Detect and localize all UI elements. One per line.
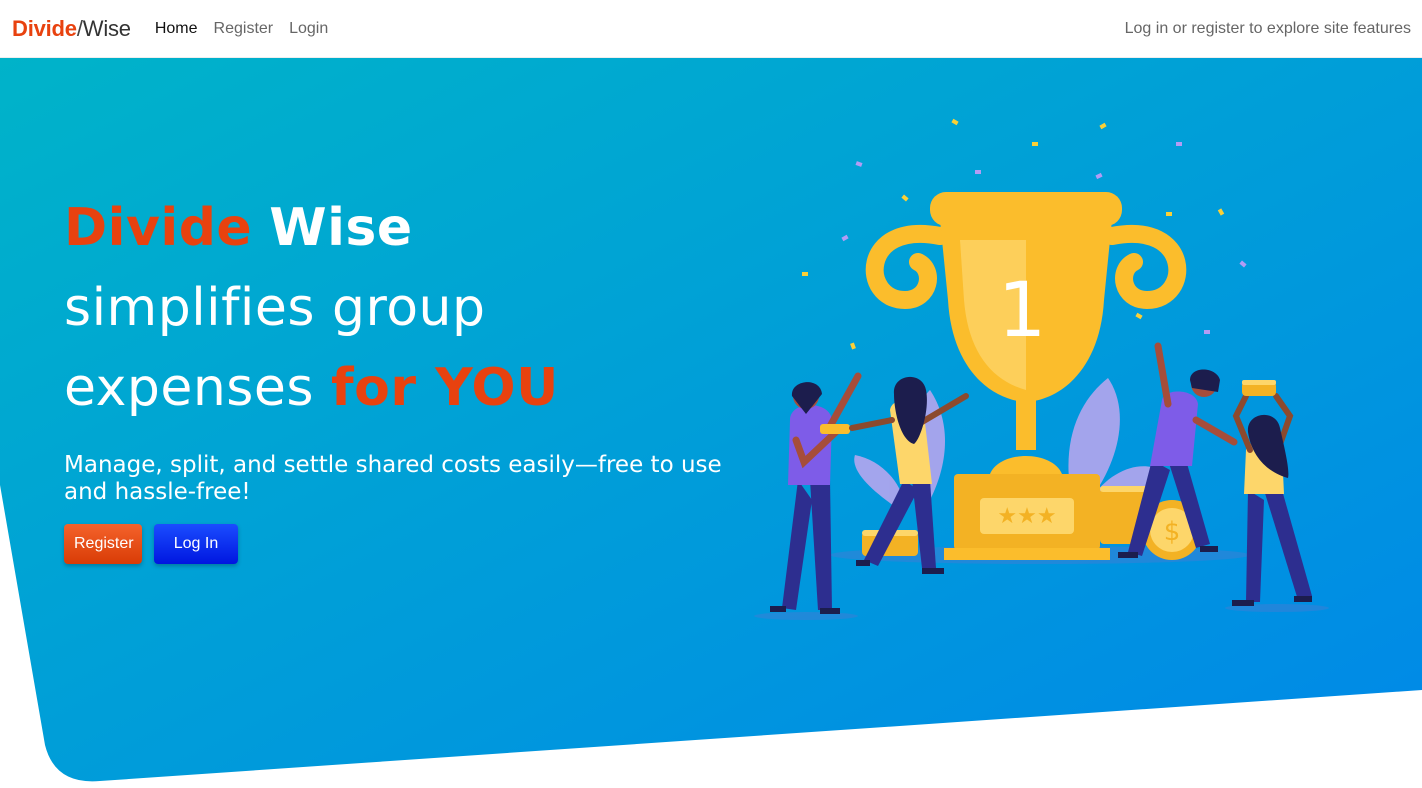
person-woman-coins-icon [1232, 380, 1312, 606]
svg-text:$: $ [1164, 517, 1181, 547]
nav-register-link[interactable]: Register [214, 20, 274, 38]
register-button[interactable]: Register [64, 524, 142, 564]
brand-wise: Wise [82, 15, 131, 41]
hero-subtitle: Manage, split, and settle shared costs e… [64, 452, 722, 505]
nav-links: Home Register Login [155, 20, 328, 38]
headline-for-you: for YOU [331, 358, 559, 418]
login-button[interactable]: Log In [154, 524, 238, 564]
nav-login-link[interactable]: Login [289, 20, 328, 38]
hero-headline: Divide Wise simplifies group expenses fo… [64, 188, 744, 428]
headline-line-2: simplifies group [64, 278, 486, 338]
headline-line-1: Divide Wise [64, 188, 744, 268]
hero-actions: Register Log In [64, 524, 238, 564]
headline-expenses: expenses [64, 358, 314, 418]
headline-wise: Wise [269, 198, 413, 258]
headline-divide: Divide [64, 198, 253, 258]
brand-divide: Divide [12, 15, 77, 41]
nav-explore-hint: Log in or register to explore site featu… [1124, 19, 1411, 37]
nav-home-link[interactable]: Home [155, 20, 198, 38]
svg-text:★★★: ★★★ [997, 504, 1056, 529]
top-navbar: Divide / Wise Home Register Login Log in… [0, 0, 1422, 58]
brand-logo[interactable]: Divide / Wise [12, 16, 131, 42]
trophy-number: 1 [998, 265, 1046, 354]
headline-line-3: expenses for YOU [64, 348, 744, 428]
trophy-celebration-illustration: $ ★★★ 1 [754, 118, 1329, 620]
person-man-left-icon [770, 372, 862, 614]
